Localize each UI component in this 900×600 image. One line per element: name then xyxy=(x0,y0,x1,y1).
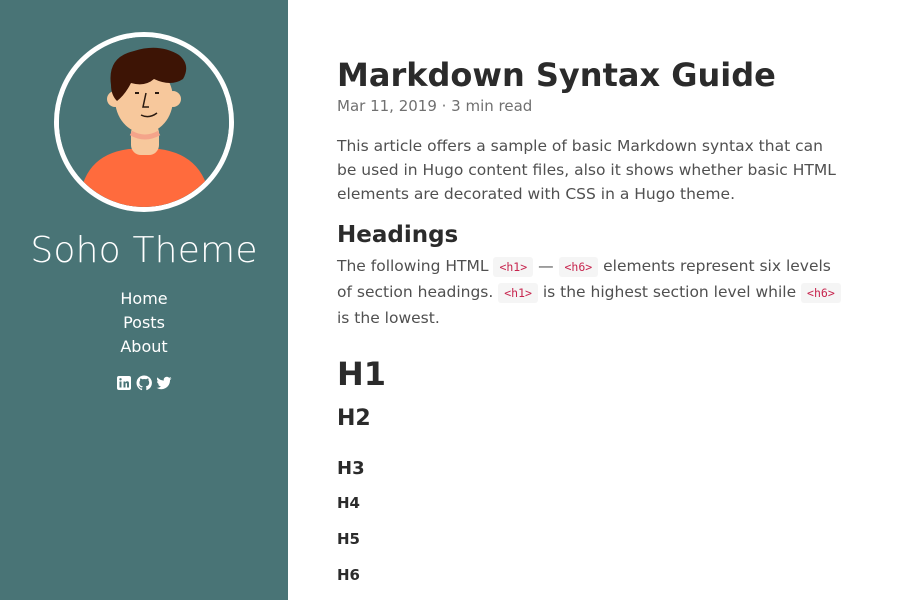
github-icon[interactable] xyxy=(136,375,152,391)
avatar[interactable] xyxy=(54,32,234,212)
demo-heading-h1: H1 xyxy=(337,355,387,393)
twitter-icon[interactable] xyxy=(156,375,172,391)
nav-item-posts[interactable]: Posts xyxy=(123,311,165,335)
para-text: The following HTML xyxy=(337,257,494,275)
demo-heading-h6: H6 xyxy=(337,566,360,584)
site-title[interactable]: Soho Theme xyxy=(30,230,257,271)
demo-heading-h2: H2 xyxy=(337,406,371,431)
demo-heading-h4: H4 xyxy=(337,494,360,512)
para-text: — xyxy=(533,257,559,275)
avatar-illustration xyxy=(59,37,229,207)
section-heading: Headings xyxy=(337,222,459,248)
code-inline: <h6> xyxy=(801,283,841,303)
post-intro: This article offers a sample of basic Ma… xyxy=(337,137,836,203)
post-meta: Mar 11, 2019 · 3 min read xyxy=(337,97,533,115)
code-inline: <h1> xyxy=(493,257,534,277)
code-inline: <h6> xyxy=(558,257,599,277)
nav-item-about[interactable]: About xyxy=(120,335,167,359)
social-links xyxy=(116,375,172,391)
demo-heading-h3: H3 xyxy=(337,458,365,479)
code-inline: <h1> xyxy=(498,283,538,303)
demo-heading-h5: H5 xyxy=(337,530,360,548)
nav-item-home[interactable]: Home xyxy=(120,287,167,311)
para-text: is the highest section level while xyxy=(537,283,802,301)
linkedin-icon[interactable] xyxy=(116,375,132,391)
main-content: Markdown Syntax Guide Mar 11, 2019 · 3 m… xyxy=(337,0,847,585)
para-text: is the lowest. xyxy=(337,309,440,327)
headings-paragraph: The following HTML <h1> — <h6> elements … xyxy=(337,254,847,331)
post-title: Markdown Syntax Guide xyxy=(337,56,776,94)
sidebar: Soho Theme Home Posts About xyxy=(0,0,288,600)
main-nav: Home Posts About xyxy=(120,287,167,359)
